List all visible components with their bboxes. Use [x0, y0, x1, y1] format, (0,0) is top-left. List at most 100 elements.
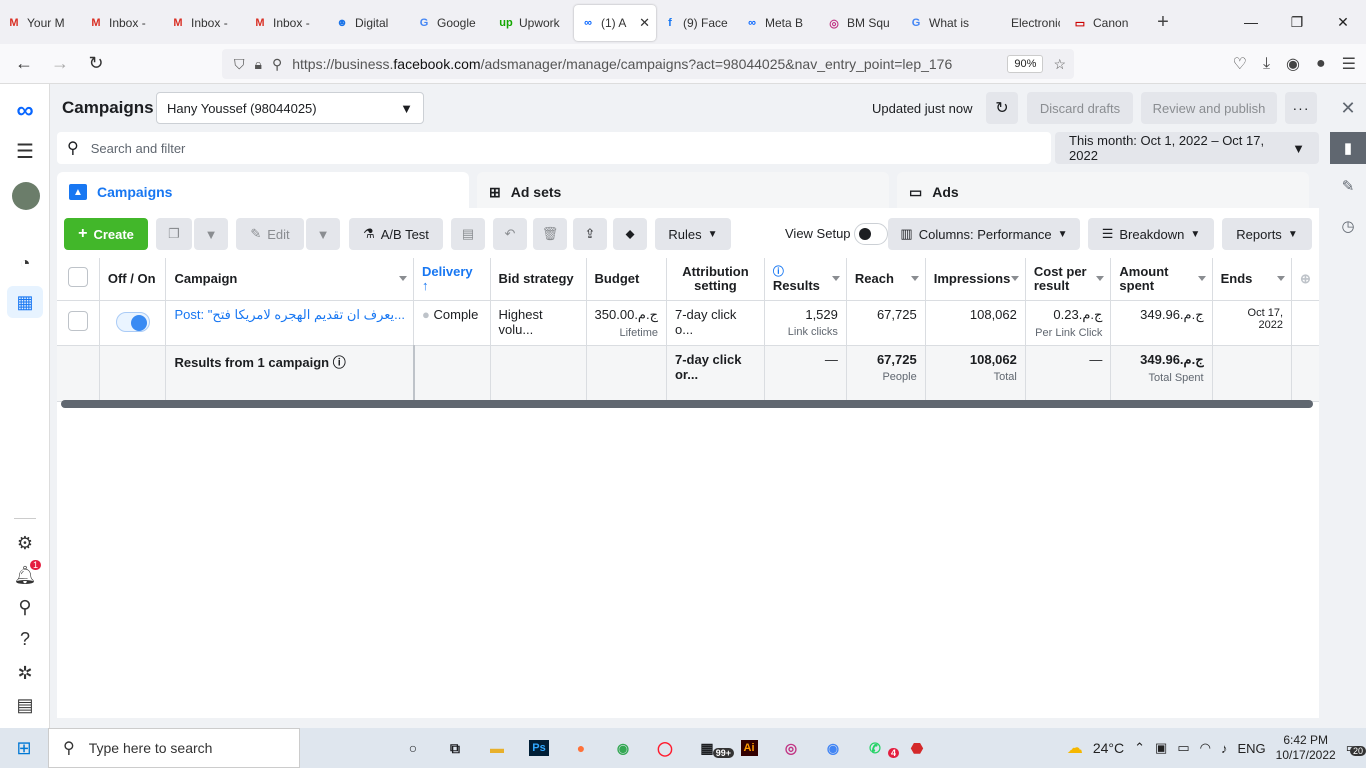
- reports-button[interactable]: Reports ▼: [1222, 218, 1312, 250]
- pocket-icon[interactable]: ♡: [1233, 54, 1247, 74]
- help-icon[interactable]: ?: [12, 626, 38, 652]
- ads-table-icon[interactable]: ▦: [7, 286, 43, 318]
- forward-icon[interactable]: →: [42, 53, 78, 74]
- create-button[interactable]: + Create: [64, 218, 148, 250]
- extension-icon[interactable]: ◉: [1286, 54, 1300, 74]
- select-all-checkbox[interactable]: [67, 267, 88, 288]
- avatar[interactable]: [12, 182, 40, 210]
- history-clock-icon[interactable]: ◷: [1330, 210, 1366, 242]
- hamburger-menu-icon[interactable]: ☰: [12, 138, 38, 164]
- browser-tab[interactable]: ☻ Digital: [328, 5, 410, 41]
- instagram-icon[interactable]: ◎: [770, 728, 812, 768]
- action-center-icon[interactable]: ▭20: [1346, 740, 1366, 756]
- col-cost-per-result[interactable]: Cost per result: [1025, 258, 1112, 301]
- cortana-icon[interactable]: ○: [392, 728, 434, 768]
- browser-tab[interactable]: Electronic D: [984, 5, 1066, 41]
- table-row[interactable]: Post: "يعرف ان تقديم الهجره لامريكا فتح.…: [57, 300, 1319, 346]
- info-icon[interactable]: ⓘ: [773, 266, 784, 278]
- minimize-icon[interactable]: —: [1228, 14, 1274, 30]
- gauge-icon[interactable]: ◔: [12, 250, 38, 276]
- info-icon[interactable]: ⓘ: [333, 355, 346, 370]
- search-icon[interactable]: ⚲: [12, 594, 38, 620]
- browser-tab[interactable]: M Your M: [0, 5, 82, 41]
- sidebar-toggle-icon[interactable]: ▤: [12, 692, 38, 718]
- edit-dropdown[interactable]: ▼: [306, 218, 340, 250]
- more-options-button[interactable]: ···: [1285, 92, 1317, 124]
- clock[interactable]: 6:42 PM 10/17/2022: [1276, 733, 1336, 763]
- browser-tab[interactable]: M Inbox -: [246, 5, 328, 41]
- add-column-header[interactable]: ⊕: [1291, 258, 1319, 301]
- discard-drafts-button[interactable]: Discard drafts: [1027, 92, 1133, 124]
- duplicate-dropdown[interactable]: ▼: [194, 218, 228, 250]
- weather-icon[interactable]: ☁: [1067, 738, 1083, 758]
- browser-tab[interactable]: ▭ Canon: [1066, 5, 1148, 41]
- file-explorer-icon[interactable]: ▬: [476, 728, 518, 768]
- columns-button[interactable]: ▥ Columns: Performance ▼: [888, 218, 1080, 250]
- campaign-name-link[interactable]: Post: "يعرف ان تقديم الهجره لامريكا فتح.…: [174, 307, 405, 323]
- camera-icon[interactable]: ▣: [1155, 740, 1167, 756]
- col-attribution[interactable]: Attribution setting: [666, 258, 765, 301]
- menu-icon[interactable]: ☰: [1342, 54, 1356, 74]
- campaign-on-off-toggle[interactable]: [115, 311, 150, 332]
- rules-button[interactable]: Rules ▼: [655, 218, 731, 250]
- lock-icon[interactable]: 🔒︎: [255, 56, 262, 73]
- edit-button[interactable]: ✎ Edit: [236, 218, 304, 250]
- account-icon[interactable]: ●: [1316, 55, 1326, 73]
- browser-tab[interactable]: M Inbox -: [82, 5, 164, 41]
- permissions-icon[interactable]: ⚲: [272, 56, 282, 73]
- browser-tab[interactable]: G What is: [902, 5, 984, 41]
- pencil-icon[interactable]: ✎: [1330, 170, 1366, 202]
- col-delivery[interactable]: Delivery ↑: [413, 258, 491, 301]
- language-indicator[interactable]: ENG: [1237, 741, 1265, 756]
- review-publish-button[interactable]: Review and publish: [1141, 92, 1277, 124]
- url-text[interactable]: https://business.facebook.com/adsmanager…: [292, 56, 997, 72]
- col-results[interactable]: ⓘ Results: [764, 258, 847, 301]
- restore-icon[interactable]: ❐: [1274, 14, 1320, 31]
- clipboard-button[interactable]: ▤: [451, 218, 485, 250]
- tag-button[interactable]: ⬥: [613, 218, 647, 250]
- delete-button[interactable]: 🗑︎: [533, 218, 567, 250]
- chrome-icon[interactable]: ◉: [602, 728, 644, 768]
- meta-logo-icon[interactable]: ∞: [12, 97, 38, 124]
- shield-icon[interactable]: ⛉: [234, 56, 245, 73]
- chrome-profile-icon[interactable]: ◉: [812, 728, 854, 768]
- search-input[interactable]: Search and filter: [91, 141, 186, 156]
- bug-icon[interactable]: ✲: [12, 660, 38, 686]
- store-icon[interactable]: ▦ 99+: [686, 728, 734, 768]
- battery-icon[interactable]: ▭: [1177, 740, 1189, 756]
- search-filter-bar[interactable]: ⚲ Search and filter: [57, 132, 1051, 164]
- tab-ads[interactable]: ▭ Ads: [897, 172, 1309, 212]
- back-icon[interactable]: ←: [6, 53, 42, 74]
- task-view-icon[interactable]: ⧉: [434, 728, 476, 768]
- tray-chevron-icon[interactable]: ⌃: [1134, 740, 1145, 756]
- date-range-picker[interactable]: This month: Oct 1, 2022 – Oct 17, 2022 ▼: [1055, 132, 1319, 164]
- export-button[interactable]: ⇪: [573, 218, 607, 250]
- col-reach[interactable]: Reach: [846, 258, 926, 301]
- browser-tab[interactable]: ∞ Meta B: [738, 5, 820, 41]
- chart-icon[interactable]: ▮: [1330, 132, 1366, 164]
- volume-icon[interactable]: ♪: [1221, 741, 1228, 756]
- col-impressions[interactable]: Impressions: [925, 258, 1026, 301]
- browser-tab[interactable]: up Upwork: [492, 5, 574, 41]
- browser-tab[interactable]: f (9) Face: [656, 5, 738, 41]
- col-campaign[interactable]: Campaign: [165, 258, 415, 301]
- url-bar[interactable]: ⛉ 🔒︎ ⚲ https://business.facebook.com/ads…: [222, 49, 1074, 79]
- acrobat-icon[interactable]: ⬣: [896, 728, 938, 768]
- taskbar-search[interactable]: ⚲ Type here to search: [48, 728, 300, 768]
- download-icon[interactable]: ⤓: [1263, 55, 1270, 73]
- browser-tab[interactable]: ◎ BM Squ: [820, 5, 902, 41]
- col-bid-strategy[interactable]: Bid strategy: [490, 258, 587, 301]
- settings-gear-icon[interactable]: ⚙: [12, 530, 38, 556]
- ab-test-button[interactable]: ⚗ A/B Test: [349, 218, 443, 250]
- tab-ad-sets[interactable]: ⊞ Ad sets: [477, 172, 889, 212]
- windows-start-icon[interactable]: ⊞: [0, 738, 48, 759]
- illustrator-icon[interactable]: Ai: [728, 728, 770, 768]
- close-icon[interactable]: ✕: [1330, 92, 1366, 124]
- col-ends[interactable]: Ends: [1212, 258, 1293, 301]
- taskbar-search-input[interactable]: Type here to search: [89, 740, 213, 756]
- firefox-icon[interactable]: ●: [560, 728, 602, 768]
- whatsapp-icon[interactable]: ✆ 4: [854, 728, 899, 768]
- new-tab-icon[interactable]: +: [1148, 11, 1178, 34]
- breakdown-button[interactable]: ☰ Breakdown ▼: [1088, 218, 1214, 250]
- undo-button[interactable]: ↶: [493, 218, 527, 250]
